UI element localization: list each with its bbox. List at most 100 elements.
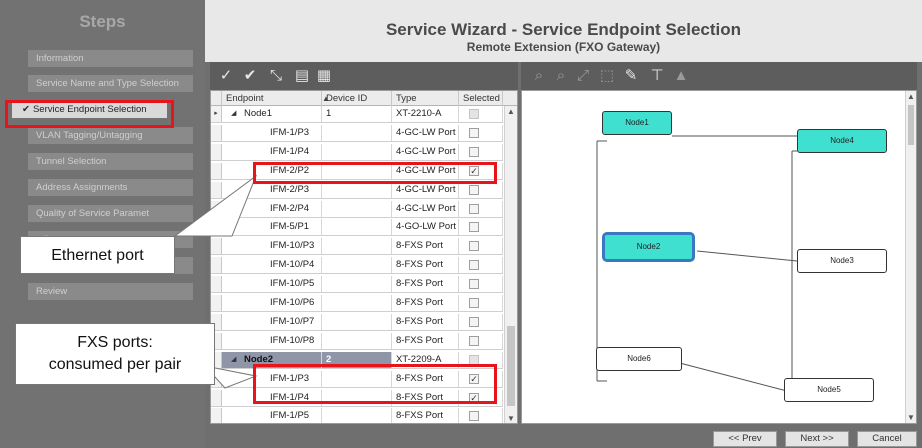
select-region-icon[interactable]: ⬚: [597, 66, 617, 86]
layout-tree-icon[interactable]: ⊤: [647, 66, 667, 86]
selected-cell: [459, 332, 503, 349]
selected-checkbox[interactable]: [469, 298, 479, 308]
step-label: Address Assignments: [36, 182, 128, 193]
current-row-icon: ▸: [211, 106, 222, 122]
image-icon[interactable]: ▲: [671, 66, 691, 86]
selected-checkbox: [469, 109, 479, 119]
step-item[interactable]: Tunnel Selection: [28, 153, 193, 170]
cancel-button[interactable]: Cancel: [857, 431, 917, 447]
wizard-footer: << Prev Next >> Cancel: [205, 426, 922, 448]
table-row[interactable]: IFM-2/P4 4-GC-LW Port: [211, 200, 503, 218]
step-item[interactable]: Address Assignments: [28, 179, 193, 196]
table-row[interactable]: ▸ ◢ Node1 1 XT-2210-A: [211, 106, 503, 123]
topology-scrollbar[interactable]: ▲ ▼: [905, 91, 916, 423]
table-row[interactable]: IFM-10/P7 8-FXS Port: [211, 313, 503, 331]
selected-checkbox[interactable]: [469, 260, 479, 271]
type-cell: XT-2210-A: [392, 106, 459, 122]
step-item[interactable]: Quality of Service Paramet: [28, 205, 193, 222]
fxs-callout-line1: FXS ports:: [77, 334, 153, 351]
selected-checkbox[interactable]: [469, 146, 479, 157]
collapse-icon[interactable]: ◢: [231, 106, 236, 122]
topology-node-6[interactable]: Node6: [596, 347, 682, 371]
type-cell: 8-FXS Port: [392, 313, 459, 330]
column-header-device-id[interactable]: Device ID: [322, 91, 392, 106]
row-gutter: [211, 257, 222, 274]
row-gutter: [211, 389, 222, 406]
save-icon[interactable]: ▤: [292, 66, 312, 86]
endpoint-label: IFM-10/P8: [270, 334, 315, 346]
table-row[interactable]: IFM-1/P3 4-GC-LW Port: [211, 124, 503, 142]
sort-icon[interactable]: ▦: [314, 66, 334, 86]
topology-node-4[interactable]: Node4: [797, 129, 887, 153]
step-item[interactable]: Service Name and Type Selection: [28, 75, 193, 92]
next-button[interactable]: Next >>: [785, 431, 849, 447]
table-row[interactable]: IFM-1/P4 4-GC-LW Port: [211, 143, 503, 161]
column-header-selected[interactable]: Selected: [459, 91, 503, 106]
table-row[interactable]: IFM-2/P3 4-GC-LW Port: [211, 181, 503, 199]
highlight-active-step: [5, 100, 174, 128]
endpoint-toolbar: ✓ ✔ ⤡ ▤ ▦: [210, 62, 518, 90]
row-gutter: [211, 143, 222, 160]
select-icon[interactable]: ✓: [216, 66, 236, 86]
device-id-cell: [322, 332, 392, 349]
scroll-up-icon[interactable]: ▲: [507, 107, 515, 116]
endpoint-label: IFM-1/P4: [270, 145, 310, 157]
device-id-cell: [322, 408, 392, 423]
prev-button[interactable]: << Prev: [713, 431, 777, 447]
scrollbar-thumb[interactable]: [507, 326, 515, 406]
port-endpoint-cell: IFM-1/P5: [222, 408, 322, 423]
column-header-type[interactable]: Type: [392, 91, 459, 106]
table-row[interactable]: IFM-10/P6 8-FXS Port: [211, 295, 503, 312]
topology-scroll-down-icon[interactable]: ▼: [907, 413, 915, 422]
zoom-in-icon[interactable]: ⌕: [529, 66, 549, 86]
topology-scroll-up-icon[interactable]: ▲: [907, 92, 915, 101]
table-scrollbar[interactable]: ▲ ▼: [504, 106, 517, 423]
row-gutter: [211, 124, 222, 141]
selected-checkbox[interactable]: [469, 222, 479, 233]
table-row[interactable]: IFM-10/P8 8-FXS Port: [211, 332, 503, 350]
zoom-out-icon[interactable]: ⌕: [551, 66, 571, 86]
row-gutter: [211, 162, 222, 179]
type-cell: 4-GC-LW Port: [392, 124, 459, 141]
wrench-icon[interactable]: ✎: [621, 66, 641, 86]
selected-cell: [459, 143, 503, 160]
table-row[interactable]: IFM-10/P4 8-FXS Port: [211, 257, 503, 275]
table-row[interactable]: IFM-1/P5 8-FXS Port: [211, 408, 503, 423]
port-endpoint-cell: IFM-10/P7: [222, 313, 322, 330]
type-cell: 4-GC-LW Port: [392, 143, 459, 160]
step-item[interactable]: Review: [28, 283, 193, 300]
header-gutter: [211, 91, 222, 106]
selected-checkbox[interactable]: [469, 316, 479, 327]
selected-cell: [459, 124, 503, 141]
table-row[interactable]: IFM-10/P5 8-FXS Port: [211, 276, 503, 294]
row-gutter: [211, 276, 222, 293]
deselect-icon[interactable]: ⤡: [266, 66, 286, 86]
topology-node-3[interactable]: Node3: [797, 249, 887, 273]
selected-checkbox[interactable]: [469, 127, 479, 138]
topology-scrollbar-thumb[interactable]: [908, 105, 914, 145]
selected-cell: [459, 106, 503, 122]
topology-node-1[interactable]: Node1: [602, 111, 672, 135]
table-row[interactable]: IFM-10/P3 8-FXS Port: [211, 238, 503, 256]
step-item[interactable]: Information: [28, 50, 193, 67]
topology-node-5[interactable]: Node5: [784, 378, 874, 402]
endpoint-label: IFM-10/P6: [270, 297, 315, 308]
collapse-icon[interactable]: ◢: [231, 352, 236, 368]
selected-checkbox[interactable]: [469, 184, 479, 195]
column-header-endpoint[interactable]: Endpoint ▲: [222, 91, 330, 106]
table-row[interactable]: IFM-5/P1 4-GO-LW Port: [211, 219, 503, 237]
scroll-down-icon[interactable]: ▼: [507, 414, 515, 423]
selected-checkbox[interactable]: [469, 241, 479, 252]
topology-node-2[interactable]: Node2: [602, 232, 695, 262]
selected-checkbox[interactable]: [469, 335, 479, 346]
selected-checkbox[interactable]: [469, 411, 479, 422]
step-item[interactable]: VLAN Tagging/Untagging: [28, 127, 193, 144]
highlight-fxs-rows: [253, 364, 497, 404]
selected-checkbox[interactable]: [469, 203, 479, 214]
selected-checkbox[interactable]: [469, 279, 479, 290]
wizard-header: Service Wizard - Service Endpoint Select…: [205, 0, 922, 62]
device-id-cell: [322, 276, 392, 293]
type-cell: 8-FXS Port: [392, 408, 459, 423]
fit-icon[interactable]: ⤢: [573, 66, 593, 86]
select-all-icon[interactable]: ✔: [240, 66, 260, 86]
